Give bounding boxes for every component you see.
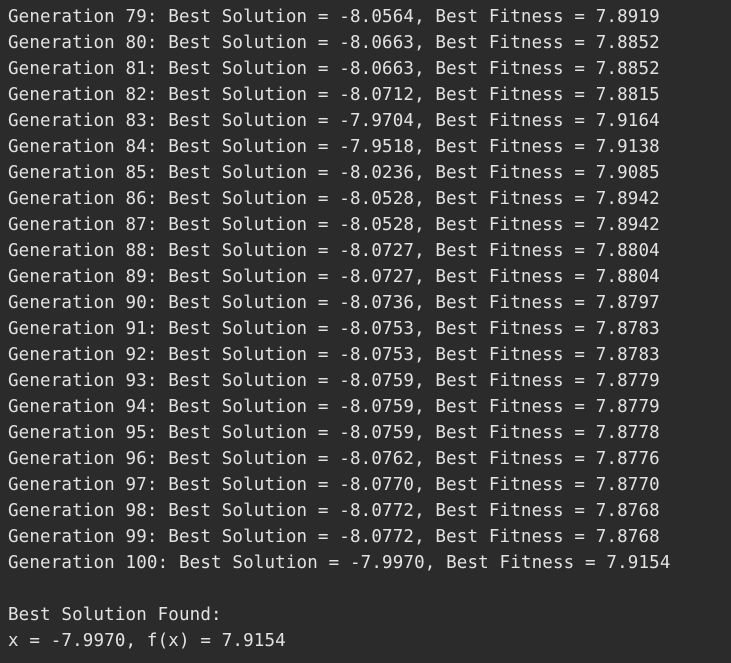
output-line-gen-89: Generation 89: Best Solution = -8.0727, … [8, 267, 660, 287]
output-line-gen-92: Generation 92: Best Solution = -8.0753, … [8, 345, 660, 365]
output-line-gen-86: Generation 86: Best Solution = -8.0528, … [8, 189, 660, 209]
output-line-gen-85: Generation 85: Best Solution = -8.0236, … [8, 163, 660, 183]
output-line-gen-99: Generation 99: Best Solution = -8.0772, … [8, 527, 660, 547]
console-output[interactable]: Generation 79: Best Solution = -8.0564, … [0, 0, 731, 663]
output-line-gen-80: Generation 80: Best Solution = -8.0663, … [8, 33, 660, 53]
output-line-gen-87: Generation 87: Best Solution = -8.0528, … [8, 215, 660, 235]
output-line-gen-83: Generation 83: Best Solution = -7.9704, … [8, 111, 660, 131]
output-line-gen-94: Generation 94: Best Solution = -8.0759, … [8, 397, 660, 417]
output-line-gen-93: Generation 93: Best Solution = -8.0759, … [8, 371, 660, 391]
output-line-gen-82: Generation 82: Best Solution = -8.0712, … [8, 85, 660, 105]
summary-header: Best Solution Found: [8, 605, 222, 625]
output-line-gen-95: Generation 95: Best Solution = -8.0759, … [8, 423, 660, 443]
output-line-gen-79: Generation 79: Best Solution = -8.0564, … [8, 7, 660, 27]
output-line-gen-97: Generation 97: Best Solution = -8.0770, … [8, 475, 660, 495]
output-line-gen-91: Generation 91: Best Solution = -8.0753, … [8, 319, 660, 339]
output-line-gen-98: Generation 98: Best Solution = -8.0772, … [8, 501, 660, 521]
output-line-gen-81: Generation 81: Best Solution = -8.0663, … [8, 59, 660, 79]
output-line-gen-100: Generation 100: Best Solution = -7.9970,… [8, 553, 671, 573]
output-line-gen-84: Generation 84: Best Solution = -7.9518, … [8, 137, 660, 157]
output-line-gen-90: Generation 90: Best Solution = -8.0736, … [8, 293, 660, 313]
output-line-gen-88: Generation 88: Best Solution = -8.0727, … [8, 241, 660, 261]
output-line-gen-96: Generation 96: Best Solution = -8.0762, … [8, 449, 660, 469]
summary-result: x = -7.9970, f(x) = 7.9154 [8, 631, 286, 651]
